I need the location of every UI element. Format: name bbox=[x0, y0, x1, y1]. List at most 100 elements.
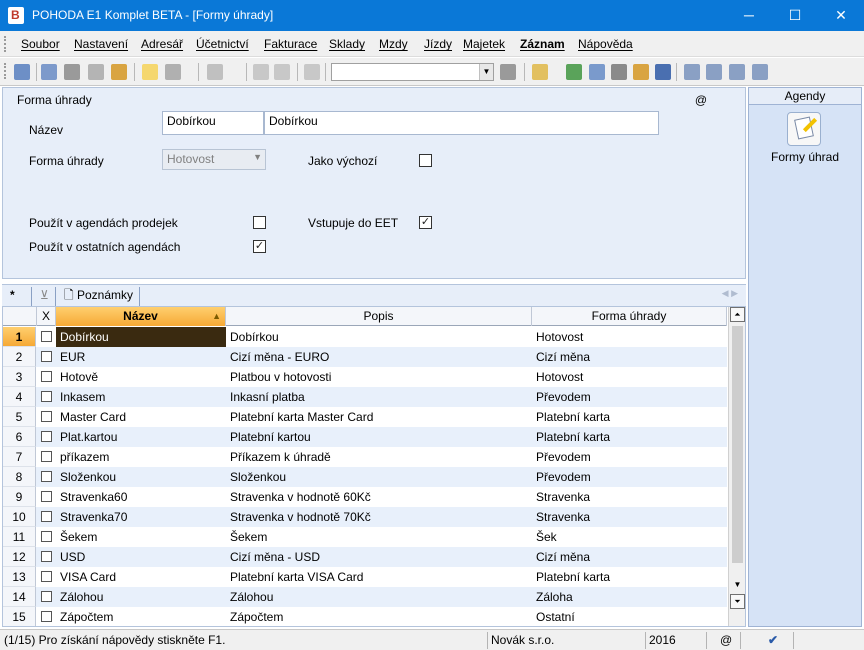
row-number[interactable]: 13 bbox=[3, 567, 36, 587]
table-row[interactable]: 11 Šekem Šekem Šek bbox=[3, 527, 727, 547]
row-number[interactable]: 15 bbox=[3, 607, 36, 626]
cell-forma-uhrady[interactable]: Ostatní bbox=[532, 607, 727, 626]
cell-nazev[interactable]: USD bbox=[56, 547, 226, 567]
exit-icon[interactable] bbox=[14, 64, 30, 80]
maximize-button[interactable]: ☐ bbox=[772, 0, 818, 31]
cell-popis[interactable]: Platební karta VISA Card bbox=[226, 567, 532, 587]
row-select-checkbox[interactable] bbox=[41, 491, 52, 502]
table-row[interactable]: 8 Složenkou Složenkou Převodem bbox=[3, 467, 727, 487]
cell-popis[interactable]: Zálohou bbox=[226, 587, 532, 607]
save-all-icon[interactable] bbox=[274, 64, 290, 80]
menu-majetek[interactable]: Majetek bbox=[463, 37, 505, 51]
table-row[interactable]: 9 Stravenka60 Stravenka v hodnotě 60Kč Stra… bbox=[3, 487, 727, 507]
table-row[interactable]: 3 Hotově Platbou v hotovosti Hotovost bbox=[3, 367, 727, 387]
menu-nastaveni[interactable]: Nastavení bbox=[74, 37, 128, 51]
iban-icon[interactable] bbox=[655, 64, 671, 80]
filter-icon[interactable] bbox=[500, 64, 516, 80]
table-row[interactable]: 15 Zápočtem Zápočtem Ostatní bbox=[3, 607, 727, 626]
report-icon[interactable] bbox=[111, 64, 127, 80]
menu-adresar[interactable]: Adresář bbox=[141, 37, 183, 51]
pouzit-prodejek-checkbox[interactable] bbox=[253, 216, 266, 229]
status-check-icon[interactable]: ✔ bbox=[768, 633, 778, 647]
cell-forma-uhrady[interactable]: Cizí měna bbox=[532, 347, 727, 367]
column-header-forma-uhrady[interactable]: Forma úhrady bbox=[532, 307, 727, 326]
status-email-icon[interactable]: @ bbox=[720, 633, 732, 647]
cell-popis[interactable]: Zápočtem bbox=[226, 607, 532, 626]
jako-vychozi-checkbox[interactable] bbox=[419, 154, 432, 167]
cell-popis[interactable]: Příkazem k úhradě bbox=[226, 447, 532, 467]
app-logo-icon[interactable]: B bbox=[8, 7, 24, 24]
cell-nazev[interactable]: VISA Card bbox=[56, 567, 226, 587]
scroll-to-bottom-icon[interactable]: ⏷ bbox=[730, 594, 745, 609]
help-icon[interactable] bbox=[752, 64, 768, 80]
cell-nazev[interactable]: Hotově bbox=[56, 367, 226, 387]
cell-forma-uhrady[interactable]: Stravenka bbox=[532, 507, 727, 527]
cell-nazev[interactable]: Šekem bbox=[56, 527, 226, 547]
row-select-checkbox[interactable] bbox=[41, 411, 52, 422]
cell-nazev[interactable]: Složenkou bbox=[56, 467, 226, 487]
payment-forms-icon[interactable] bbox=[787, 112, 821, 146]
row-select-checkbox[interactable] bbox=[41, 351, 52, 362]
menu-napoveda[interactable]: Nápověda bbox=[578, 37, 633, 51]
cell-popis[interactable]: Stravenka v hodnotě 60Kč bbox=[226, 487, 532, 507]
table-row[interactable]: 10 Stravenka70 Stravenka v hodnotě 70Kč Str… bbox=[3, 507, 727, 527]
scroll-down-icon[interactable]: ▼ bbox=[730, 578, 745, 593]
row-select-checkbox[interactable] bbox=[41, 431, 52, 442]
menu-ucetnictvi[interactable]: Účetnictví bbox=[196, 37, 249, 51]
cell-popis[interactable]: Šekem bbox=[226, 527, 532, 547]
menu-mzdy[interactable]: Mzdy bbox=[379, 37, 408, 51]
list-icon[interactable] bbox=[706, 64, 722, 80]
table-row[interactable]: 13 VISA Card Platební karta VISA Card Plate… bbox=[3, 567, 727, 587]
scrollbar-thumb[interactable] bbox=[732, 326, 743, 563]
copy-icon[interactable] bbox=[304, 64, 320, 80]
menu-soubor[interactable]: Soubor bbox=[21, 37, 60, 51]
export-icon[interactable] bbox=[41, 64, 57, 80]
cell-forma-uhrady[interactable]: Převodem bbox=[532, 447, 727, 467]
row-number[interactable]: 12 bbox=[3, 547, 36, 567]
tab-poznamky[interactable]: 🗋 Poznámky bbox=[58, 287, 141, 306]
row-select-checkbox[interactable] bbox=[41, 391, 52, 402]
vertical-scrollbar[interactable]: ⏶ ▼ ⏷ bbox=[728, 307, 745, 626]
row-number[interactable]: 6 bbox=[3, 427, 36, 447]
vstupuje-eet-checkbox[interactable]: ✓ bbox=[419, 216, 432, 229]
cell-forma-uhrady[interactable]: Šek bbox=[532, 527, 727, 547]
minimize-button[interactable]: ─ bbox=[726, 0, 772, 31]
new-record-icon[interactable] bbox=[142, 64, 158, 80]
nazev-input[interactable]: Dobírkou bbox=[162, 111, 264, 135]
row-number[interactable]: 9 bbox=[3, 487, 36, 507]
menu-sklady[interactable]: Sklady bbox=[329, 37, 365, 51]
cell-nazev[interactable]: Master Card bbox=[56, 407, 226, 427]
row-number[interactable]: 2 bbox=[3, 347, 36, 367]
row-number[interactable]: 3 bbox=[3, 367, 36, 387]
quick-search-combo[interactable]: ▼ bbox=[331, 63, 494, 81]
table-row[interactable]: 7 příkazem Příkazem k úhradě Převodem bbox=[3, 447, 727, 467]
row-number[interactable]: 8 bbox=[3, 467, 36, 487]
table-row[interactable]: 6 Plat.kartou Platební kartou Platební kart… bbox=[3, 427, 727, 447]
cell-popis[interactable]: Cizí měna - USD bbox=[226, 547, 532, 567]
row-number[interactable]: 4 bbox=[3, 387, 36, 407]
chevron-down-icon[interactable]: ▼ bbox=[479, 64, 493, 80]
folder-icon[interactable] bbox=[532, 64, 548, 80]
panel-icon[interactable] bbox=[729, 64, 745, 80]
back-arrow-icon[interactable] bbox=[207, 64, 223, 80]
cell-forma-uhrady[interactable]: Převodem bbox=[532, 467, 727, 487]
agenda-item-formy-uhrad[interactable]: Formy úhrad bbox=[749, 150, 861, 164]
column-header-nazev[interactable]: Název ▲ bbox=[56, 307, 226, 326]
row-number[interactable]: 11 bbox=[3, 527, 36, 547]
row-select-checkbox[interactable] bbox=[41, 451, 52, 462]
window-icon[interactable] bbox=[684, 64, 700, 80]
email-at-icon[interactable]: @ bbox=[695, 93, 707, 107]
row-number[interactable]: 5 bbox=[3, 407, 36, 427]
table-row[interactable]: 2 EUR Cizí měna - EURO Cizí měna bbox=[3, 347, 727, 367]
column-header-x[interactable]: X bbox=[37, 307, 56, 326]
close-button[interactable]: ✕ bbox=[818, 0, 864, 31]
table-row[interactable]: 4 Inkasem Inkasní platba Převodem bbox=[3, 387, 727, 407]
payment-icon[interactable] bbox=[566, 64, 582, 80]
table-row[interactable]: 5 Master Card Platební karta Master Card Pl… bbox=[3, 407, 727, 427]
cell-popis[interactable]: Složenkou bbox=[226, 467, 532, 487]
cell-popis[interactable]: Platební karta Master Card bbox=[226, 407, 532, 427]
cell-popis[interactable]: Cizí měna - EURO bbox=[226, 347, 532, 367]
cell-forma-uhrady[interactable]: Platební karta bbox=[532, 407, 727, 427]
coins-icon[interactable] bbox=[633, 64, 649, 80]
row-select-checkbox[interactable] bbox=[41, 371, 52, 382]
